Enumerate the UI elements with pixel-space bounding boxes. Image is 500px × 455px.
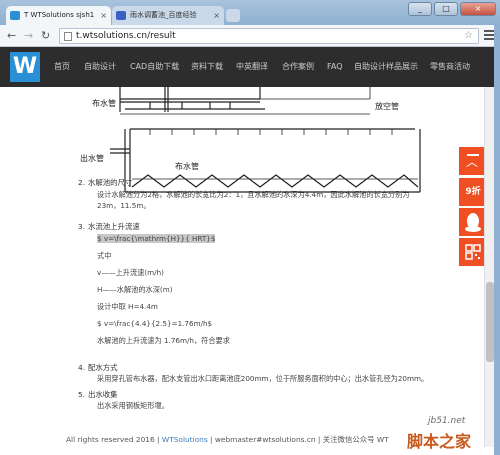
paragraph-line: 设计中取 H=4.4m bbox=[97, 302, 158, 311]
qr-code-icon bbox=[465, 244, 481, 260]
footer-wtsolutions-link[interactable]: WTSolutions bbox=[162, 435, 208, 444]
footer-contact: | webmaster#wtsolutions.cn | 关注微信公众号 WT bbox=[210, 435, 389, 444]
nav-item-retailer[interactable]: 零售商活动 bbox=[430, 47, 470, 87]
section-number: 5. bbox=[78, 390, 86, 399]
site-navigation: W 首页 自助设计 CAD自助下载 资料下载 中英翻译 合作案例 FAQ 自助设… bbox=[0, 47, 500, 87]
section-title: 配水方式 bbox=[88, 363, 118, 372]
paragraph-line: 水解池的上升流速为 1.76m/h，符合要求 bbox=[97, 336, 230, 345]
address-bar: ← → ↻ t.wtsolutions.cn/result ☆ bbox=[0, 25, 500, 47]
tab-title: 雨水调蓄池_百度经验 bbox=[130, 11, 197, 19]
forward-arrow-icon[interactable]: → bbox=[24, 29, 33, 43]
paragraph-line: 式中 bbox=[97, 251, 112, 260]
main-content: 布水管 放空管 出水管 布水管 2. 水解池的尺寸 设计水解池分为2格，水解池的… bbox=[0, 87, 484, 447]
paragraph-line: H——水解池的水深(m) bbox=[97, 285, 173, 294]
browser-menu-icon[interactable] bbox=[484, 30, 494, 42]
section-tank-size: 2. 水解池的尺寸 bbox=[78, 178, 133, 188]
window-controls: _ □ × bbox=[408, 2, 496, 16]
paragraph-line: 23m，11.5m。 bbox=[97, 201, 151, 210]
nav-item-resources[interactable]: 资料下载 bbox=[191, 47, 223, 87]
paragraph-line: v——上升流速(m/h) bbox=[97, 268, 164, 277]
nav-item-faq[interactable]: FAQ bbox=[327, 47, 343, 87]
section-title: 水流池上升流速 bbox=[88, 222, 140, 231]
tab-wtsolutions[interactable]: T WTSolutions sjsh1 × bbox=[6, 6, 111, 25]
nav-item-cad-download[interactable]: CAD自助下载 bbox=[130, 47, 179, 87]
section-title: 水解池的尺寸 bbox=[88, 178, 133, 187]
distribution-pipe-label: 布水管 bbox=[175, 161, 199, 171]
paragraph-line: 采用穿孔管布水器，配水支管出水口距离池底200mm，位于所服务面积的中心；出水管… bbox=[97, 374, 429, 383]
url-text: t.wtsolutions.cn/result bbox=[76, 31, 176, 41]
minimize-icon[interactable]: _ bbox=[408, 2, 432, 16]
section-number: 4. bbox=[78, 363, 86, 372]
page-icon bbox=[64, 32, 72, 41]
discount-button[interactable]: 9折 bbox=[459, 178, 487, 206]
qr-code-button[interactable] bbox=[459, 238, 487, 266]
page-footer: All rights reserved 2016 | WTSolutions |… bbox=[66, 434, 389, 445]
page-scrollbar[interactable] bbox=[484, 87, 494, 447]
watermark-site: jb51.net bbox=[428, 416, 466, 426]
back-arrow-icon[interactable]: ← bbox=[7, 29, 16, 43]
tab-baidu-jingyan[interactable]: 雨水调蓄池_百度经验 × bbox=[112, 6, 224, 25]
browser-tab-bar: T WTSolutions sjsh1 × 雨水调蓄池_百度经验 × _ □ × bbox=[0, 0, 500, 25]
qq-penguin-icon bbox=[465, 213, 481, 232]
inflow-pipe-label: 布水管 bbox=[92, 98, 116, 108]
bookmark-star-icon[interactable]: ☆ bbox=[464, 29, 473, 43]
reload-icon[interactable]: ↻ bbox=[41, 29, 50, 43]
nav-item-cases[interactable]: 合作案例 bbox=[282, 47, 314, 87]
wtsolutions-favicon-icon bbox=[10, 11, 20, 20]
nav-item-translation[interactable]: 中英翻译 bbox=[236, 47, 268, 87]
baidu-favicon-icon bbox=[116, 11, 126, 20]
new-tab-button[interactable] bbox=[226, 9, 240, 22]
back-to-top-button[interactable]: ︿ bbox=[459, 147, 487, 175]
nav-item-home[interactable]: 首页 bbox=[54, 47, 70, 87]
paragraph-line: 出水采用钢板矩形堰。 bbox=[97, 401, 169, 410]
maximize-icon[interactable]: □ bbox=[434, 2, 458, 16]
paragraph-line: $ v=\frac{4.4}{2.5}=1.76m/h$ bbox=[97, 319, 213, 328]
nav-item-self-design[interactable]: 自助设计 bbox=[84, 47, 116, 87]
site-logo[interactable]: W bbox=[10, 52, 40, 82]
qq-chat-button[interactable] bbox=[459, 208, 487, 236]
section-number: 3. bbox=[78, 222, 86, 231]
vent-pipe-label: 放空管 bbox=[375, 101, 399, 111]
footer-copyright: All rights reserved 2016 | bbox=[66, 435, 160, 444]
section-title: 出水收集 bbox=[88, 390, 118, 399]
section-upflow-velocity: 3. 水流池上升流速 bbox=[78, 222, 140, 232]
highlighted-formula: $ v=\frac{\mathrm{H}}{ HRT}$ bbox=[97, 234, 216, 243]
watermark-name: 脚本之家 bbox=[407, 432, 472, 451]
window-frame bbox=[494, 25, 500, 455]
formula-line: $ v=\frac{\mathrm{H}}{ HRT}$ bbox=[97, 233, 216, 244]
close-tab-icon[interactable]: × bbox=[100, 6, 107, 25]
section-effluent-collection: 5. 出水收集 bbox=[78, 390, 118, 400]
nav-item-samples[interactable]: 自助设计样品展示 bbox=[354, 47, 418, 87]
section-water-distribution: 4. 配水方式 bbox=[78, 363, 118, 373]
close-window-icon[interactable]: × bbox=[460, 2, 496, 16]
close-tab-icon[interactable]: × bbox=[213, 6, 220, 25]
section-number: 2. bbox=[78, 178, 86, 187]
scrollbar-thumb[interactable] bbox=[486, 282, 494, 362]
outflow-pipe-label: 出水管 bbox=[80, 153, 104, 163]
url-input[interactable]: t.wtsolutions.cn/result ☆ bbox=[59, 28, 479, 44]
paragraph-line: 设计水解池分为2格，水解池的长宽比为2：1，且水解池的水深为4.4m，因此水解池… bbox=[97, 190, 410, 199]
up-chevron-icon: ︿ bbox=[466, 155, 479, 169]
tab-title: T WTSolutions sjsh1 bbox=[24, 11, 95, 19]
